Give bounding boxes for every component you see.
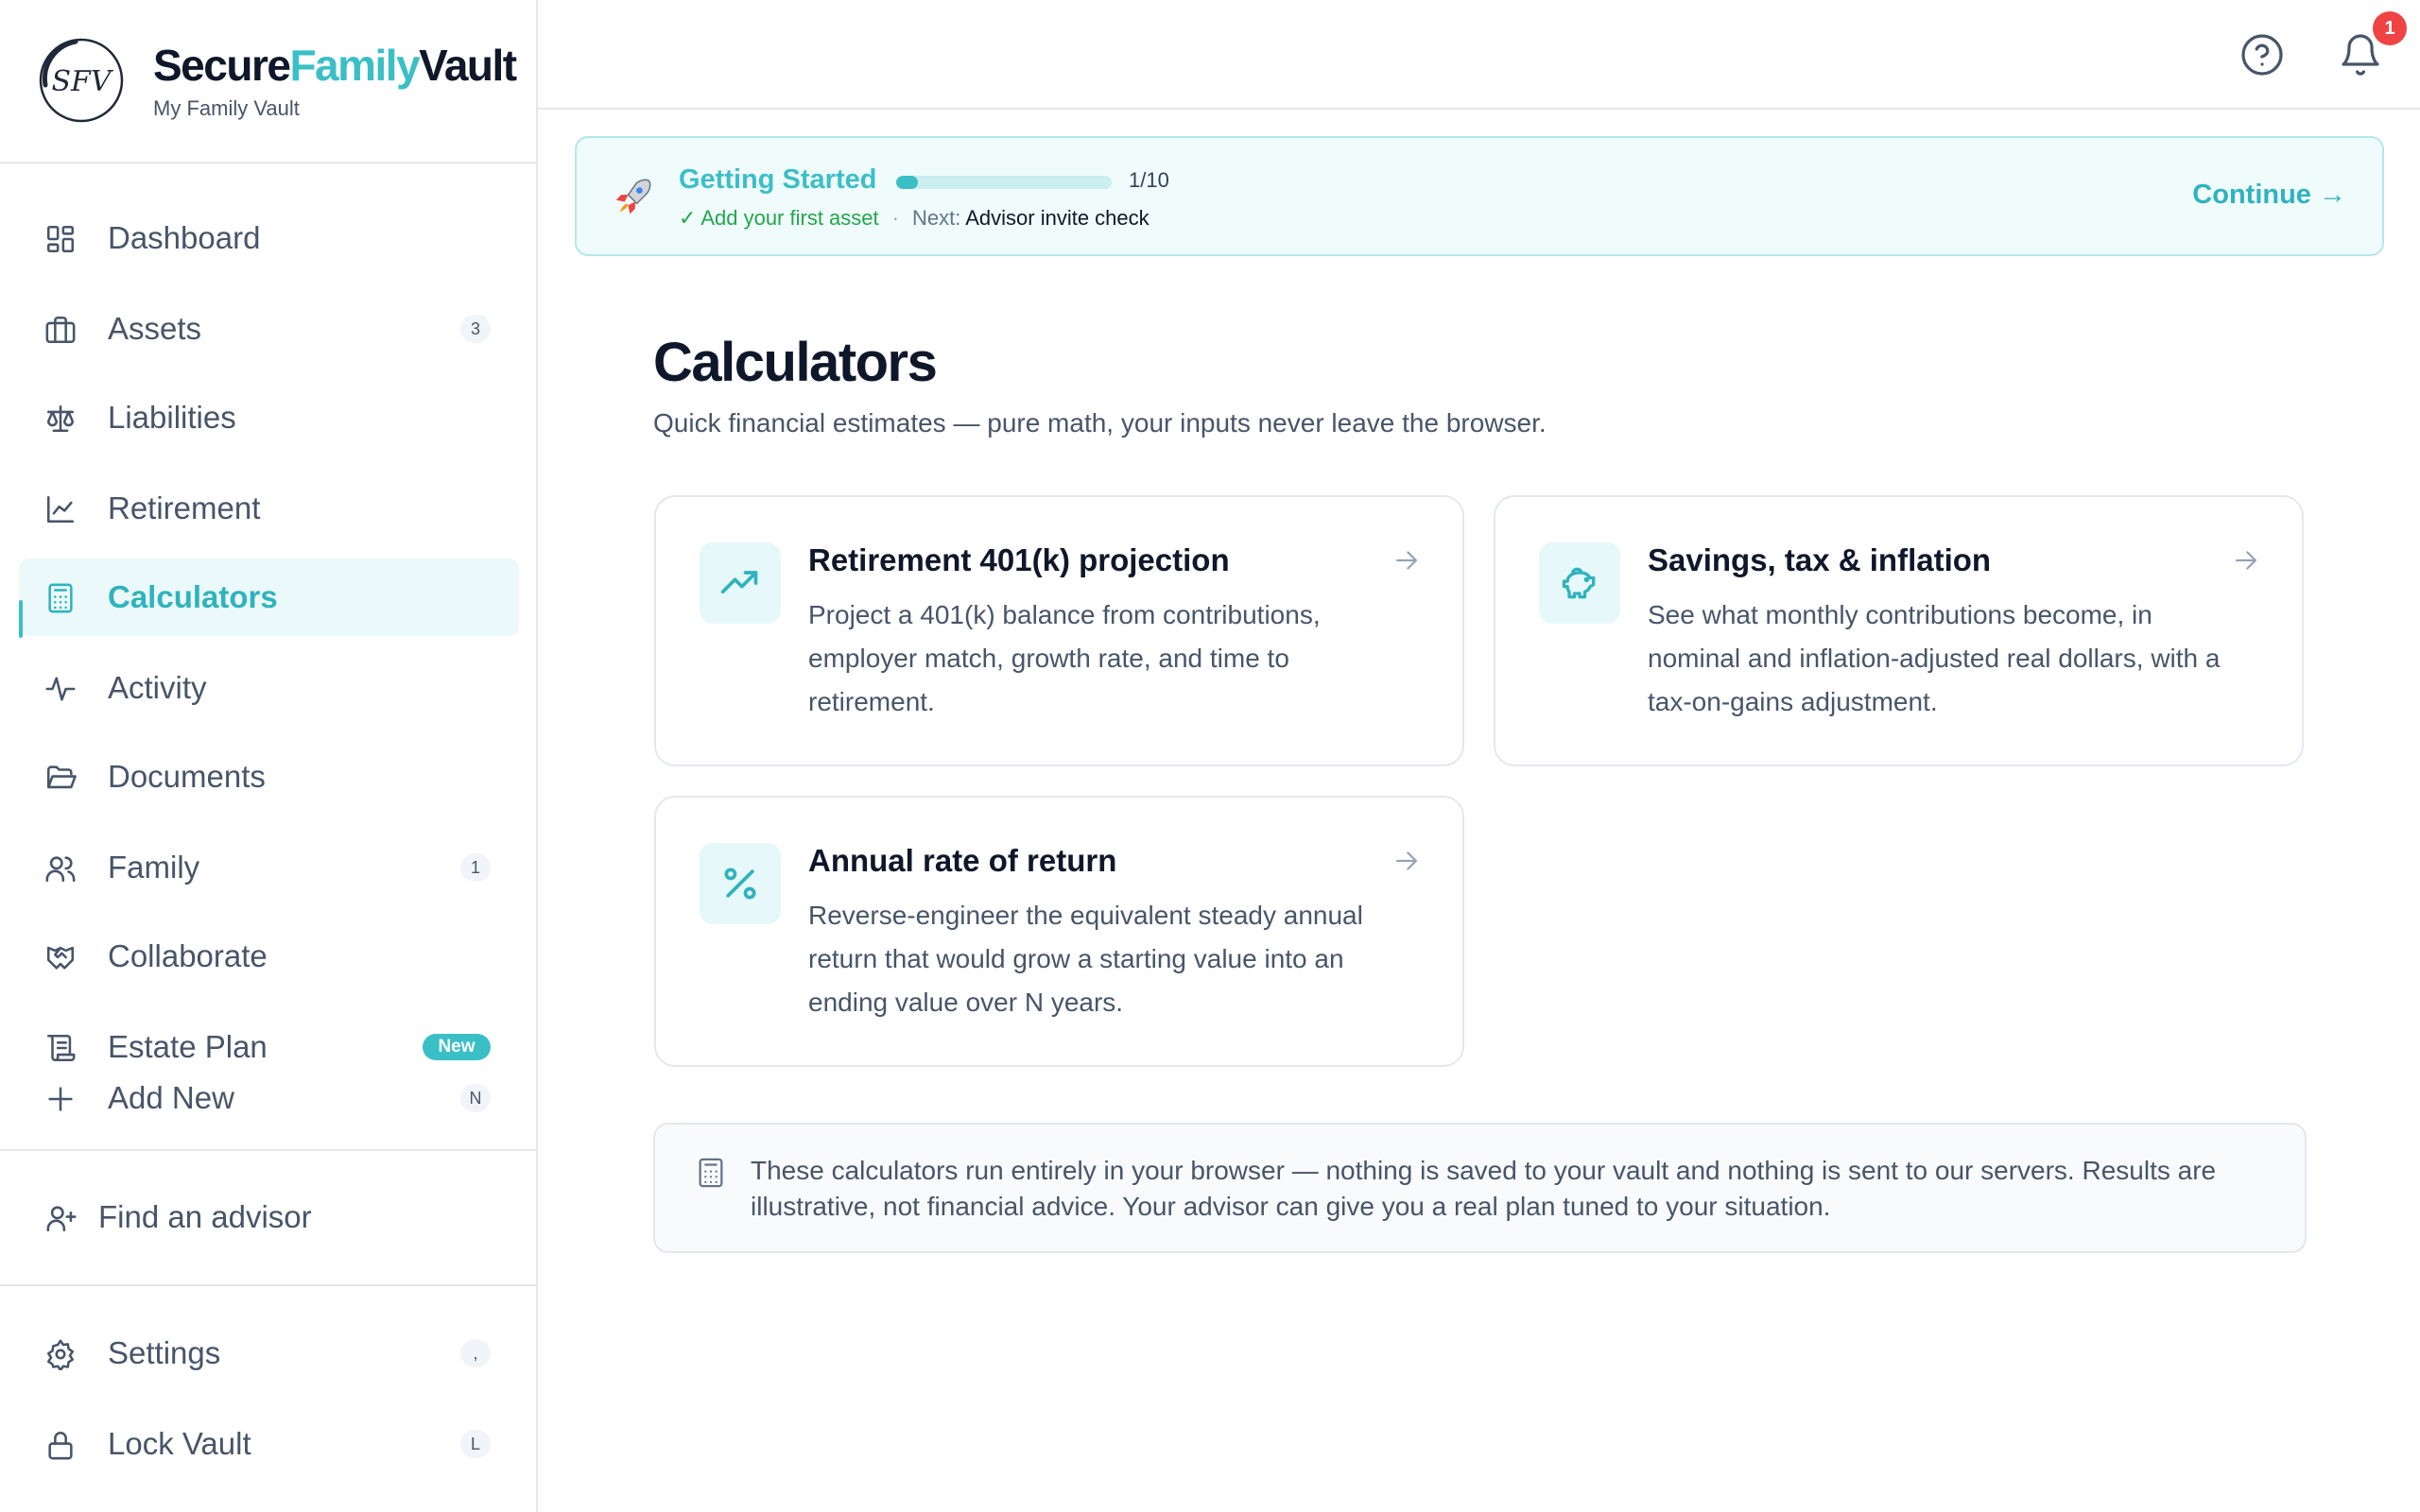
calculator-icon bbox=[699, 1158, 723, 1188]
progress-fill bbox=[896, 176, 918, 189]
page-subtitle: Quick financial estimates — pure math, y… bbox=[653, 408, 1547, 438]
arrow-right-icon bbox=[1395, 851, 1418, 870]
brand-name: SecureFamilyVault bbox=[153, 41, 517, 90]
shortcut-badge: , bbox=[460, 1339, 491, 1367]
gear-icon bbox=[46, 1339, 75, 1370]
sidebar-item-label: Settings bbox=[108, 1335, 221, 1370]
card-icon-container bbox=[700, 843, 781, 924]
notification-count-badge[interactable]: 1 bbox=[2373, 11, 2407, 45]
page-title: Calculators bbox=[653, 332, 938, 393]
card-title: Savings, tax & inflation bbox=[1648, 542, 1992, 577]
briefcase-icon bbox=[45, 316, 76, 344]
next-step-value: Advisor invite check bbox=[965, 206, 1150, 230]
sidebar-item-liabilities[interactable]: Liabilities bbox=[19, 379, 519, 456]
sidebar-item-label: Family bbox=[108, 850, 200, 885]
percent-icon bbox=[724, 868, 756, 900]
count-badge: 1 bbox=[460, 853, 491, 882]
shortcut-badge: N bbox=[460, 1084, 491, 1112]
scale-icon bbox=[46, 404, 75, 433]
onboarding-progress-bar bbox=[896, 176, 1112, 189]
getting-started-status: ✓ Add your first asset · Next: Advisor inv… bbox=[679, 206, 1150, 230]
sidebar-item-label: Activity bbox=[108, 670, 207, 705]
plus-icon bbox=[48, 1087, 73, 1111]
sidebar-item-calculators[interactable]: Calculators bbox=[19, 558, 519, 638]
arrow-right-icon bbox=[1395, 551, 1418, 570]
completed-step: ✓ Add your first asset bbox=[679, 206, 879, 230]
getting-started-title: Getting Started bbox=[679, 164, 877, 195]
shortcut-badge: L bbox=[460, 1430, 491, 1458]
sidebar-item-label: Liabilities bbox=[108, 400, 236, 435]
lock-icon bbox=[48, 1432, 73, 1460]
sidebar: SFV SecureFamilyVault My Family Vault Da… bbox=[0, 0, 538, 1512]
new-badge: New bbox=[423, 1034, 491, 1060]
dashboard-icon bbox=[46, 225, 75, 253]
sidebar-item-label: Add New bbox=[108, 1080, 234, 1115]
sidebar-item-retirement[interactable]: Retirement bbox=[19, 470, 519, 547]
activity-icon bbox=[45, 677, 76, 701]
calculator-card-savings-tax-inflation[interactable]: Savings, tax & inflation See what monthl… bbox=[1494, 495, 2304, 766]
sidebar-item-label: Documents bbox=[108, 759, 266, 794]
sidebar-item-label: Retirement bbox=[108, 490, 261, 525]
help-circle-icon[interactable] bbox=[2239, 32, 2285, 77]
top-bar bbox=[538, 0, 2420, 110]
sidebar-item-label: Calculators bbox=[108, 579, 278, 614]
sidebar-item-label: Assets bbox=[108, 311, 202, 346]
card-title: Annual rate of return bbox=[808, 843, 1117, 878]
line-chart-icon bbox=[46, 495, 75, 524]
sidebar-item-find-advisor[interactable]: Find an advisor bbox=[19, 1178, 519, 1256]
calculator-card-annual-rate-of-return[interactable]: Annual rate of return Reverse-engineer t… bbox=[654, 796, 1464, 1067]
continue-button[interactable]: Continue → bbox=[2192, 180, 2346, 211]
sidebar-item-label: Dashboard bbox=[108, 220, 261, 255]
rocket-icon bbox=[615, 179, 651, 215]
sidebar-item-assets[interactable]: Assets 3 bbox=[19, 290, 519, 368]
sidebar-item-label: Collaborate bbox=[108, 938, 268, 973]
calculator-card-retirement-401k[interactable]: Retirement 401(k) projection Project a 4… bbox=[654, 495, 1464, 766]
sidebar-item-collaborate[interactable]: Collaborate bbox=[19, 918, 519, 995]
sidebar-divider bbox=[0, 1284, 536, 1286]
card-description: See what monthly contributions become, i… bbox=[1648, 600, 2221, 716]
active-indicator bbox=[19, 600, 23, 638]
sidebar-item-documents[interactable]: Documents bbox=[19, 738, 519, 816]
privacy-note-text: These calculators run entirely in your b… bbox=[751, 1156, 2217, 1221]
card-description: Reverse-engineer the equivalent steady a… bbox=[808, 901, 1363, 1017]
svg-text:SFV: SFV bbox=[51, 65, 113, 98]
handshake-icon bbox=[46, 946, 75, 970]
card-icon-container bbox=[700, 542, 781, 624]
progress-count: 1/10 bbox=[1129, 168, 1169, 192]
sidebar-item-settings[interactable]: Settings , bbox=[19, 1314, 519, 1392]
calculator-icon bbox=[48, 583, 73, 613]
brand-logo[interactable]: SFV bbox=[38, 36, 125, 125]
sidebar-item-activity[interactable]: Activity bbox=[19, 649, 519, 727]
user-plus-icon bbox=[46, 1206, 77, 1232]
sidebar-item-lock-vault[interactable]: Lock Vault L bbox=[19, 1405, 519, 1483]
card-title: Retirement 401(k) projection bbox=[808, 542, 1230, 577]
trending-up-icon bbox=[720, 571, 758, 593]
count-badge: 3 bbox=[460, 315, 491, 343]
sidebar-item-family[interactable]: Family 1 bbox=[19, 829, 519, 906]
sidebar-item-label: Find an advisor bbox=[98, 1199, 312, 1234]
arrow-right-icon bbox=[2235, 551, 2257, 570]
sidebar-item-add-new[interactable]: Add New N bbox=[19, 1059, 519, 1137]
card-icon-container bbox=[1539, 542, 1620, 624]
folder-open-icon bbox=[46, 765, 77, 789]
privacy-note: These calculators run entirely in your b… bbox=[653, 1123, 2307, 1253]
next-step-label: Next: bbox=[911, 206, 961, 230]
users-icon bbox=[45, 856, 76, 883]
sidebar-item-label: Lock Vault bbox=[108, 1426, 251, 1461]
sidebar-divider bbox=[0, 1149, 536, 1151]
card-description: Project a 401(k) balance from contributi… bbox=[808, 600, 1321, 716]
sidebar-item-dashboard[interactable]: Dashboard bbox=[19, 199, 519, 277]
piggy-bank-icon bbox=[1562, 567, 1596, 599]
brand-subtitle: My Family Vault bbox=[153, 96, 300, 120]
brand-header: SFV SecureFamilyVault My Family Vault bbox=[0, 0, 536, 163]
getting-started-banner[interactable]: Getting Started 1/10 ✓ Add your first as… bbox=[575, 136, 2384, 256]
